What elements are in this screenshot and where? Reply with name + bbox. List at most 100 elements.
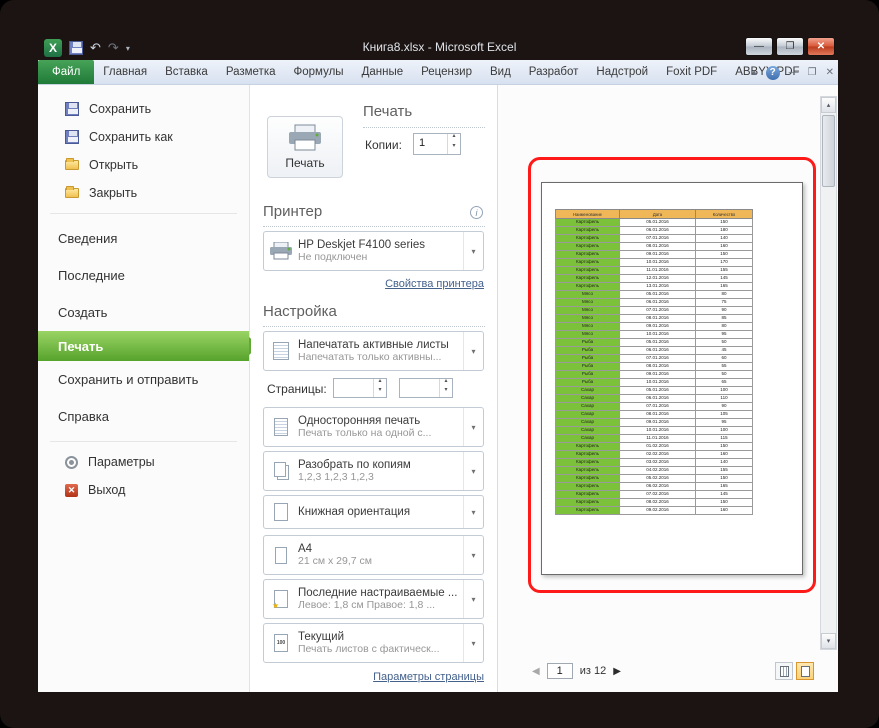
scroll-down-icon[interactable]: ▾ bbox=[821, 633, 836, 649]
backstage-sidebar: Сохранить Сохранить как Открыть Закрыть … bbox=[38, 85, 259, 692]
setting-title: Разобрать по копиям bbox=[298, 459, 411, 471]
chevron-down-icon[interactable]: ▾ bbox=[463, 496, 483, 528]
print-button[interactable]: Печать bbox=[267, 116, 343, 178]
chevron-down-icon[interactable]: ▾ bbox=[463, 452, 483, 490]
printer-properties-link[interactable]: Свойства принтера bbox=[385, 278, 484, 290]
one-sided-page-icon bbox=[264, 418, 298, 436]
sidebar-item-label: Справка bbox=[58, 409, 109, 424]
stepper-down-icon[interactable]: ▾ bbox=[374, 387, 386, 397]
sidebar-item-help[interactable]: Справка bbox=[38, 398, 249, 435]
ribbon-tab-row: Файл Главная Вставка Разметка Формулы Да… bbox=[38, 60, 838, 85]
stepper-arrows[interactable]: ▴ ▾ bbox=[439, 378, 452, 397]
chevron-down-icon[interactable]: ▾ bbox=[463, 624, 483, 662]
zoom-page-icon bbox=[800, 665, 810, 677]
printer-heading: Принтер bbox=[263, 203, 323, 220]
sidebar-item-save-as[interactable]: Сохранить как bbox=[38, 123, 249, 151]
close-button[interactable]: ✕ bbox=[807, 37, 835, 56]
sidebar-item-label: Открыть bbox=[89, 158, 139, 172]
tab-file[interactable]: Файл bbox=[38, 60, 95, 84]
orientation-dropdown[interactable]: Книжная ориентация ▾ bbox=[263, 495, 484, 529]
sidebar-item-close[interactable]: Закрыть bbox=[38, 179, 249, 207]
copies-label: Копии: bbox=[365, 138, 402, 152]
save-icon bbox=[65, 102, 79, 116]
printer-name: HP Deskjet F4100 series bbox=[298, 239, 425, 251]
duplex-dropdown[interactable]: Односторонняя печать Печать только на од… bbox=[263, 407, 484, 447]
paper-size-dropdown[interactable]: A4 21 см x 29,7 см ▾ bbox=[263, 535, 484, 575]
sidebar-item-save-and-send[interactable]: Сохранить и отправить bbox=[38, 361, 249, 398]
chevron-down-icon[interactable]: ▾ bbox=[463, 580, 483, 618]
page-count-label: из 12 bbox=[579, 665, 607, 677]
print-what-dropdown[interactable]: Напечатать активные листы Напечатать тол… bbox=[263, 331, 484, 371]
restore-button[interactable]: ❐ bbox=[776, 37, 804, 56]
chevron-down-icon[interactable]: ▾ bbox=[463, 332, 483, 370]
doc-minimize-icon[interactable]: — bbox=[789, 67, 799, 78]
scrollbar-thumb[interactable] bbox=[822, 115, 835, 187]
printer-dropdown[interactable]: HP Deskjet F4100 series Не подключен ▾ bbox=[263, 231, 484, 271]
pages-to-value bbox=[400, 379, 439, 397]
sidebar-item-new[interactable]: Создать bbox=[38, 294, 249, 331]
scrollbar-track[interactable] bbox=[821, 189, 836, 633]
doc-close-icon[interactable]: ✕ bbox=[826, 67, 834, 78]
current-page-input[interactable]: 1 bbox=[546, 663, 573, 679]
tab-review[interactable]: Рецензир bbox=[412, 60, 481, 84]
info-icon[interactable]: i bbox=[470, 206, 483, 219]
margins-dropdown[interactable]: ★ Последние настраиваемые ... Левое: 1,8… bbox=[263, 579, 484, 619]
stepper-down-icon[interactable]: ▾ bbox=[440, 387, 452, 397]
chevron-down-icon[interactable]: ▾ bbox=[463, 408, 483, 446]
excel-window: X ↶ ↷ ▾ Книга8.xlsx - Microsoft Excel — … bbox=[0, 0, 879, 728]
page-setup-link[interactable]: Параметры страницы bbox=[373, 671, 484, 683]
sidebar-item-print[interactable]: Печать bbox=[38, 331, 259, 361]
show-margins-button[interactable] bbox=[775, 662, 793, 680]
chevron-down-icon[interactable]: ▾ bbox=[463, 536, 483, 574]
tab-page-layout[interactable]: Разметка bbox=[217, 60, 285, 84]
sidebar-item-recent[interactable]: Последние bbox=[38, 257, 249, 294]
previous-page-icon[interactable]: ◀ bbox=[532, 666, 540, 677]
tab-foxit-pdf[interactable]: Foxit PDF bbox=[657, 60, 726, 84]
page-navigation: ◀ 1 из 12 ▶ bbox=[532, 663, 621, 679]
tab-home[interactable]: Главная bbox=[94, 60, 156, 84]
setting-subtitle: Печать только на одной с... bbox=[298, 427, 432, 439]
next-page-icon[interactable]: ▶ bbox=[613, 666, 621, 677]
zoom-to-page-button[interactable] bbox=[796, 662, 814, 680]
printer-status: Не подключен bbox=[298, 251, 368, 263]
copies-stepper[interactable]: 1 ▴ ▾ bbox=[413, 133, 461, 155]
setting-subtitle: Напечатать только активны... bbox=[298, 351, 442, 363]
setting-title: Текущий bbox=[298, 631, 344, 643]
setting-title: Последние настраиваемые ... bbox=[298, 587, 458, 599]
tab-addins[interactable]: Надстрой bbox=[587, 60, 657, 84]
print-heading: Печать bbox=[363, 103, 413, 120]
print-preview-pane: Наименование Дата Количество Картофель 05… bbox=[497, 85, 838, 692]
backstage-view: Сохранить Сохранить как Открыть Закрыть … bbox=[38, 85, 838, 692]
sidebar-item-options[interactable]: Параметры bbox=[38, 448, 249, 476]
sidebar-item-info[interactable]: Сведения bbox=[38, 220, 249, 257]
print-button-label: Печать bbox=[285, 156, 325, 170]
sidebar-item-label: Сохранить и отправить bbox=[58, 372, 199, 387]
collapse-ribbon-icon[interactable]: ▴ bbox=[752, 67, 757, 78]
scaling-dropdown[interactable]: 100 Текущий Печать листов с фактическ...… bbox=[263, 623, 484, 663]
preview-scrollbar[interactable]: ▴ ▾ bbox=[820, 96, 837, 650]
tab-data[interactable]: Данные bbox=[353, 60, 413, 84]
help-icon[interactable]: ? bbox=[765, 65, 780, 80]
setting-title: Книжная ориентация bbox=[298, 506, 411, 518]
stepper-down-icon[interactable]: ▾ bbox=[448, 143, 460, 154]
tab-view[interactable]: Вид bbox=[481, 60, 520, 84]
stepper-arrows[interactable]: ▴ ▾ bbox=[373, 378, 386, 397]
exit-icon: ✕ bbox=[65, 483, 78, 497]
sidebar-item-open[interactable]: Открыть bbox=[38, 151, 249, 179]
doc-restore-icon[interactable]: ❐ bbox=[808, 67, 817, 78]
pages-from-stepper[interactable]: ▴ ▾ bbox=[333, 378, 387, 398]
tab-formulas[interactable]: Формулы bbox=[285, 60, 353, 84]
chevron-down-icon[interactable]: ▾ bbox=[463, 232, 483, 270]
scroll-up-icon[interactable]: ▴ bbox=[821, 97, 836, 113]
minimize-button[interactable]: — bbox=[745, 37, 773, 56]
pages-to-stepper[interactable]: ▴ ▾ bbox=[399, 378, 453, 398]
tab-developer[interactable]: Разработ bbox=[520, 60, 588, 84]
collate-dropdown[interactable]: Разобрать по копиям 1,2,3 1,2,3 1,2,3 ▾ bbox=[263, 451, 484, 491]
sidebar-item-label: Выход bbox=[88, 483, 126, 497]
sidebar-item-save[interactable]: Сохранить bbox=[38, 95, 249, 123]
stepper-arrows[interactable]: ▴ ▾ bbox=[447, 133, 460, 154]
tab-insert[interactable]: Вставка bbox=[156, 60, 217, 84]
sidebar-item-exit[interactable]: ✕ Выход bbox=[38, 476, 249, 504]
scale-100-icon: 100 bbox=[264, 634, 298, 652]
ribbon-right-icons: ▴ ? — ❐ ✕ bbox=[752, 60, 834, 85]
